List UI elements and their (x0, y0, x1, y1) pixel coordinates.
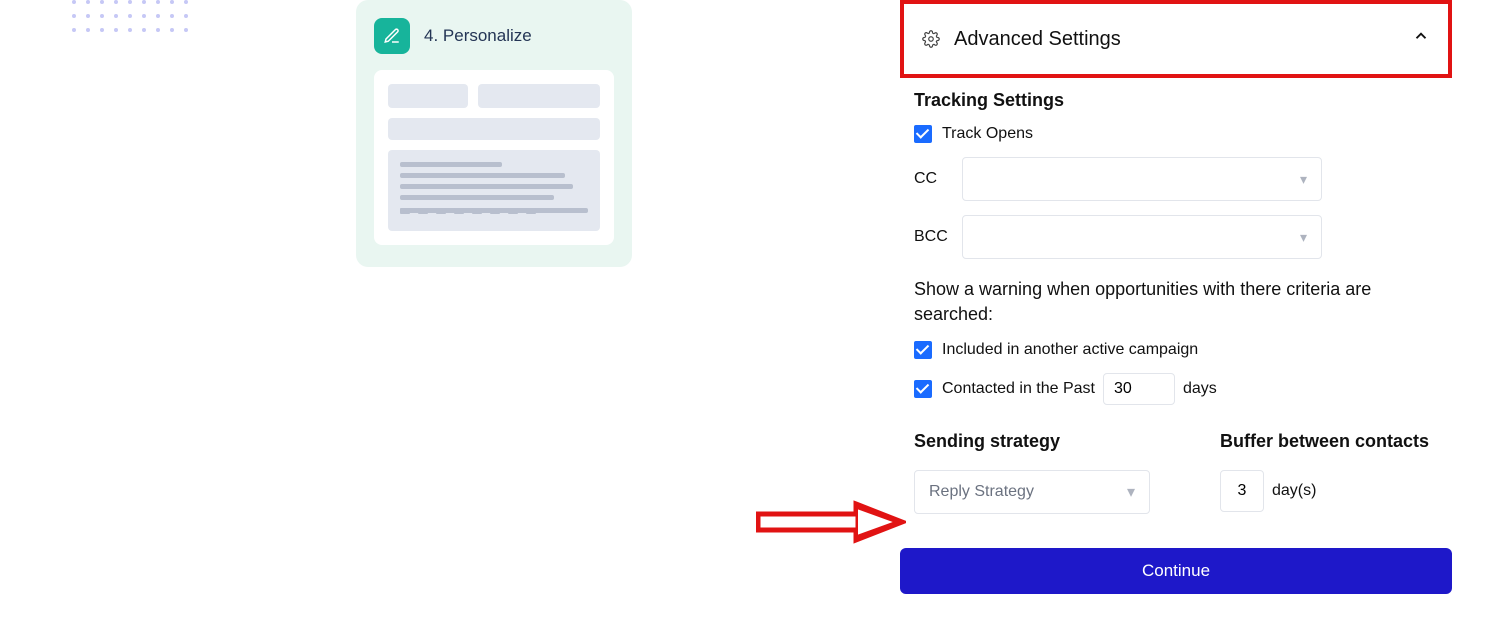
advanced-settings-toggle[interactable]: Advanced Settings (900, 0, 1452, 78)
bcc-label: BCC (914, 228, 962, 246)
included-campaign-checkbox[interactable] (914, 341, 932, 359)
chevron-down-icon: ▾ (1300, 171, 1307, 188)
tracking-settings-title: Tracking Settings (914, 90, 1452, 111)
buffer-title: Buffer between contacts (1220, 431, 1429, 452)
chevron-up-icon (1412, 27, 1430, 51)
gear-icon (922, 30, 940, 48)
buffer-days-input[interactable] (1220, 470, 1264, 512)
decorative-dots (72, 0, 352, 90)
warning-criteria-text: Show a warning when opportunities with t… (914, 277, 1438, 327)
track-opens-label: Track Opens (942, 125, 1033, 143)
sending-strategy-title: Sending strategy (914, 431, 1150, 452)
personalize-step-title: 4. Personalize (424, 26, 532, 46)
contacted-past-suffix: days (1183, 380, 1217, 398)
continue-button[interactable]: Continue (900, 548, 1452, 594)
cc-label: CC (914, 170, 962, 188)
settings-panel: Advanced Settings Tracking Settings Trac… (900, 0, 1452, 594)
bcc-select[interactable]: ▾ (962, 215, 1322, 259)
personalize-card: 4. Personalize (356, 0, 632, 267)
chevron-down-icon: ▾ (1127, 482, 1135, 502)
annotation-arrow-icon (756, 500, 906, 550)
included-campaign-label: Included in another active campaign (942, 341, 1198, 359)
contacted-past-checkbox[interactable] (914, 380, 932, 398)
chevron-down-icon: ▾ (1300, 229, 1307, 246)
contacted-days-input[interactable] (1103, 373, 1175, 405)
advanced-settings-label: Advanced Settings (954, 28, 1121, 51)
edit-icon (374, 18, 410, 54)
sending-strategy-value: Reply Strategy (929, 483, 1034, 501)
contacted-past-prefix: Contacted in the Past (942, 380, 1095, 398)
track-opens-checkbox[interactable] (914, 125, 932, 143)
buffer-unit-label: day(s) (1272, 482, 1316, 500)
sending-strategy-select[interactable]: Reply Strategy ▾ (914, 470, 1150, 514)
cc-select[interactable]: ▾ (962, 157, 1322, 201)
email-preview-placeholder (374, 70, 614, 245)
